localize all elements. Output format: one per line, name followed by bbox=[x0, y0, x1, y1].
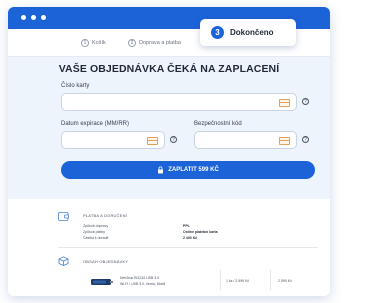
expiry-field[interactable] bbox=[61, 131, 165, 149]
security-code-label: Bezpečnostní kód bbox=[194, 121, 242, 127]
card-icon bbox=[147, 137, 158, 145]
summary-key: Částka k úhradě bbox=[83, 236, 109, 240]
summary-value: 2 400 Kč bbox=[183, 236, 198, 240]
product-name[interactable]: NetGear BG234 USB 3.0 bbox=[120, 276, 159, 280]
window-dot-icon bbox=[31, 15, 36, 20]
table-divider bbox=[270, 270, 271, 290]
page-title: VAŠE OBJEDNÁVKA ČEKÁ NA ZAPLACENÍ bbox=[58, 63, 280, 75]
expiry-label: Datum expirace (MM/RR) bbox=[61, 121, 130, 127]
browser-window: 1 Košík 2 Doprava a platba VAŠE OBJEDNÁV… bbox=[8, 7, 330, 296]
card-icon bbox=[279, 99, 290, 107]
payment-section-title: PLATBA A DORUČENÍ bbox=[83, 213, 128, 218]
step-number-active: 3 bbox=[211, 26, 224, 39]
lock-icon bbox=[158, 166, 164, 174]
summary-value: Online platební karta bbox=[183, 230, 218, 234]
pay-button[interactable]: ZAPLATIT 599 KČ bbox=[61, 161, 315, 179]
order-section-title: OBSAH OBJEDNÁVKY bbox=[83, 259, 129, 264]
window-dot-icon bbox=[21, 15, 26, 20]
step-label: Doprava a platba bbox=[139, 40, 181, 46]
step-cart[interactable]: 1 Košík bbox=[81, 39, 106, 47]
order-summary: PLATBA A DORUČENÍ Způsob dopravy PPL Způ… bbox=[8, 199, 330, 296]
step-number: 1 bbox=[81, 39, 89, 47]
page-background: 1 Košík 2 Doprava a platba VAŠE OBJEDNÁV… bbox=[0, 0, 369, 303]
card-number-field[interactable] bbox=[61, 93, 297, 111]
step-completed[interactable]: 3 Dokončeno bbox=[200, 19, 296, 46]
step-label-active: Dokončeno bbox=[230, 28, 274, 37]
summary-key: Způsob dopravy bbox=[83, 224, 109, 228]
security-code-field[interactable] bbox=[194, 131, 297, 149]
box-icon bbox=[58, 256, 69, 266]
step-label: Košík bbox=[92, 40, 106, 46]
payment-form-area: VAŠE OBJEDNÁVKA ČEKÁ NA ZAPLACENÍ Číslo … bbox=[8, 57, 330, 199]
summary-value: PPL bbox=[183, 224, 190, 228]
product-quantity: 1 ks / 2 599 Kč bbox=[226, 279, 250, 283]
card-icon bbox=[279, 137, 290, 145]
product-image[interactable] bbox=[90, 276, 114, 288]
section-divider bbox=[58, 247, 318, 248]
pay-button-label: ZAPLATIT 599 KČ bbox=[168, 167, 219, 173]
product-detail: Wi-Fi / USB 3.0, černá, Mobil bbox=[120, 282, 166, 286]
help-icon[interactable]: ? bbox=[302, 136, 309, 143]
card-number-label: Číslo karty bbox=[61, 83, 90, 89]
summary-key: Způsob platby bbox=[83, 230, 105, 234]
wallet-icon bbox=[58, 212, 69, 221]
product-price: 2 599 Kč bbox=[278, 279, 292, 283]
table-divider bbox=[220, 270, 221, 290]
help-icon[interactable]: ? bbox=[302, 98, 309, 105]
help-icon[interactable]: ? bbox=[170, 136, 177, 143]
step-shipping-payment[interactable]: 2 Doprava a platba bbox=[128, 39, 181, 47]
step-number: 2 bbox=[128, 39, 136, 47]
window-dot-icon bbox=[41, 15, 46, 20]
